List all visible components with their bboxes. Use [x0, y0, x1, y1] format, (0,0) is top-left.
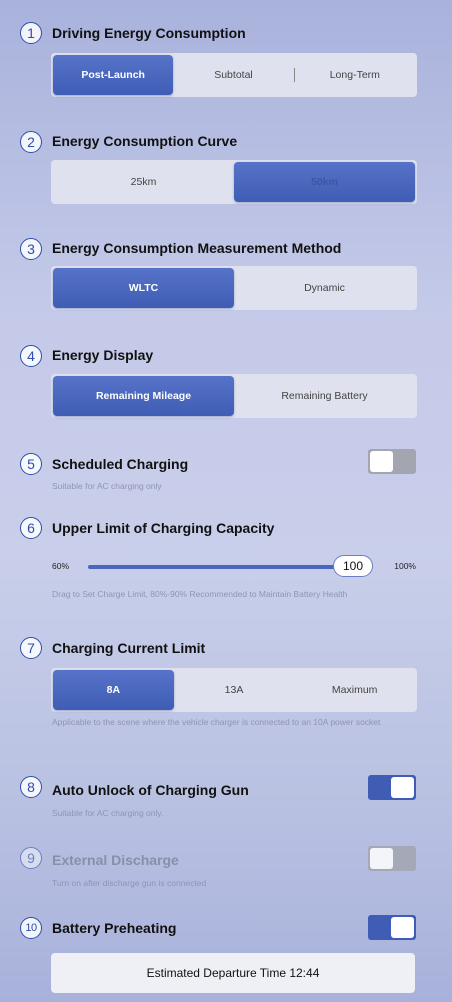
option-remaining-battery[interactable]: Remaining Battery: [234, 376, 415, 416]
option-50km[interactable]: 50km: [234, 162, 415, 202]
toggle-knob: [391, 777, 414, 798]
section-title: Upper Limit of Charging Capacity: [52, 520, 275, 536]
step-number-3: 3: [20, 238, 42, 260]
section-hint: Applicable to the scene where the vehicl…: [52, 717, 381, 727]
option-subtotal[interactable]: Subtotal: [173, 55, 293, 95]
scheduled-charging-toggle[interactable]: [368, 449, 416, 474]
charge-limit-slider: 60% 100 100%: [52, 555, 416, 579]
option-wltc[interactable]: WLTC: [53, 268, 234, 308]
option-maximum[interactable]: Maximum: [294, 670, 415, 710]
step-number-9: 9: [20, 847, 42, 869]
external-discharge-toggle[interactable]: [368, 846, 416, 871]
toggle-knob: [370, 848, 393, 869]
option-dynamic[interactable]: Dynamic: [234, 268, 415, 308]
section-title: Scheduled Charging: [52, 456, 189, 472]
departure-time-button[interactable]: Estimated Departure Time 12:44: [51, 953, 415, 993]
section-hint: Suitable for AC charging only.: [52, 808, 164, 818]
step-number-2: 2: [20, 131, 42, 153]
step-number-10: 10: [20, 917, 42, 939]
driving-energy-segmented-control: Post-Launch Subtotal Long-Term: [51, 53, 417, 97]
step-number-6: 6: [20, 517, 42, 539]
slider-min-label: 60%: [52, 561, 70, 571]
section-title: External Discharge: [52, 852, 179, 868]
current-limit-segmented-control: 8A 13A Maximum: [51, 668, 417, 712]
auto-unlock-toggle[interactable]: [368, 775, 416, 800]
measurement-segmented-control: WLTC Dynamic: [51, 266, 417, 310]
toggle-knob: [370, 451, 393, 472]
section-title: Energy Consumption Measurement Method: [52, 240, 342, 256]
step-number-7: 7: [20, 637, 42, 659]
section-title: Energy Consumption Curve: [52, 133, 238, 149]
curve-segmented-control: 25km 50km: [51, 160, 417, 204]
option-13a[interactable]: 13A: [174, 670, 295, 710]
battery-preheating-toggle[interactable]: [368, 915, 416, 940]
option-long-term[interactable]: Long-Term: [295, 55, 415, 95]
step-number-1: 1: [20, 22, 42, 44]
step-number-8: 8: [20, 776, 42, 798]
slider-track[interactable]: [88, 565, 338, 569]
step-number-4: 4: [20, 345, 42, 367]
energy-display-segmented-control: Remaining Mileage Remaining Battery: [51, 374, 417, 418]
section-hint: Drag to Set Charge Limit, 80%-90% Recomm…: [52, 589, 348, 599]
section-title: Charging Current Limit: [52, 640, 206, 656]
option-remaining-mileage[interactable]: Remaining Mileage: [53, 376, 234, 416]
option-8a[interactable]: 8A: [53, 670, 174, 710]
section-hint: Suitable for AC charging only: [52, 481, 162, 491]
section-hint: Turn on after discharge gun is connected: [52, 878, 207, 888]
option-25km[interactable]: 25km: [53, 162, 234, 202]
option-post-launch[interactable]: Post-Launch: [53, 55, 174, 95]
slider-max-label: 100%: [394, 561, 416, 571]
section-title: Energy Display: [52, 347, 154, 363]
section-title: Driving Energy Consumption: [52, 25, 246, 41]
step-number-5: 5: [20, 453, 42, 475]
section-title: Battery Preheating: [52, 920, 177, 936]
toggle-knob: [391, 917, 414, 938]
section-title: Auto Unlock of Charging Gun: [52, 782, 249, 798]
slider-thumb[interactable]: 100: [333, 555, 373, 577]
